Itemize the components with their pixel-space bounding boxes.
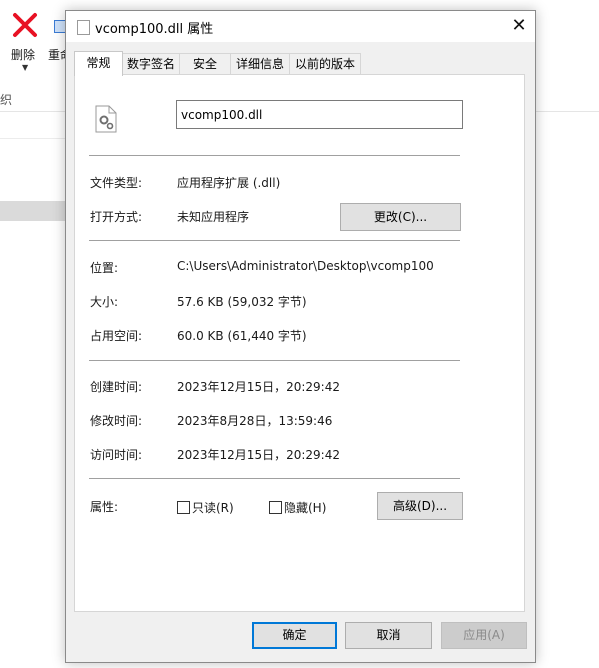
delete-button-label[interactable]: 删除 (11, 46, 35, 63)
modified-label: 修改时间: (90, 414, 143, 428)
attributes-label: 属性: (90, 500, 119, 514)
location-value: C:\Users\Administrator\Desktop\vcomp100 (177, 259, 434, 273)
ribbon-group-label: 织 (0, 93, 13, 107)
modified-value: 2023年8月28日，13:59:46 (177, 414, 333, 428)
change-button[interactable]: 更改(C)... (340, 203, 461, 231)
accessed-label: 访问时间: (90, 448, 143, 462)
close-icon: ✕ (511, 15, 527, 36)
size-on-disk-value: 60.0 KB (61,440 字节) (177, 329, 307, 343)
file-name-field[interactable] (176, 100, 463, 129)
size-value: 57.6 KB (59,032 字节) (177, 295, 307, 309)
tab-details[interactable]: 详细信息 (230, 53, 290, 74)
cancel-button[interactable]: 取消 (345, 622, 432, 649)
gear-file-icon (95, 105, 117, 133)
file-type-value: 应用程序扩展 (.dll) (177, 176, 281, 190)
properties-dialog: vcomp100.dll 属性 ✕ 常规 数字签名 安全 详细信息 以前的版本 … (65, 10, 536, 663)
divider (89, 155, 460, 156)
file-type-label: 文件类型: (90, 176, 143, 190)
hidden-checkbox[interactable] (269, 501, 282, 514)
open-with-label: 打开方式: (90, 210, 143, 224)
open-with-value: 未知应用程序 (177, 210, 250, 224)
dll-file-icon (77, 20, 90, 35)
tab-security[interactable]: 安全 (179, 53, 231, 74)
divider (89, 240, 460, 241)
ok-button[interactable]: 确定 (252, 622, 337, 649)
general-panel: 文件类型: 应用程序扩展 (.dll) 打开方式: 未知应用程序 更改(C)..… (74, 74, 525, 612)
tab-previous-versions[interactable]: 以前的版本 (289, 53, 361, 74)
size-on-disk-label: 占用空间: (90, 329, 143, 343)
created-label: 创建时间: (90, 380, 143, 394)
delete-x-icon[interactable] (12, 12, 38, 38)
readonly-checkbox[interactable] (177, 501, 190, 514)
list-divider (0, 138, 66, 139)
title-bar[interactable]: vcomp100.dll 属性 ✕ (66, 11, 535, 42)
hidden-label[interactable]: 隐藏(H) (284, 499, 326, 516)
tab-general[interactable]: 常规 (74, 51, 123, 76)
divider (89, 360, 460, 361)
close-button[interactable]: ✕ (503, 11, 535, 42)
chevron-down-icon[interactable]: ▼ (22, 63, 28, 72)
dialog-title: vcomp100.dll 属性 (95, 22, 214, 37)
advanced-button[interactable]: 高级(D)... (377, 492, 463, 520)
readonly-label[interactable]: 只读(R) (192, 499, 234, 516)
accessed-value: 2023年12月15日，20:29:42 (177, 448, 340, 462)
selected-file-row[interactable] (0, 201, 66, 221)
location-label: 位置: (90, 261, 119, 275)
size-label: 大小: (90, 295, 119, 309)
tab-digital-signatures[interactable]: 数字签名 (122, 53, 180, 74)
created-value: 2023年12月15日，20:29:42 (177, 380, 340, 394)
divider (89, 478, 460, 479)
apply-button[interactable]: 应用(A) (441, 622, 527, 649)
